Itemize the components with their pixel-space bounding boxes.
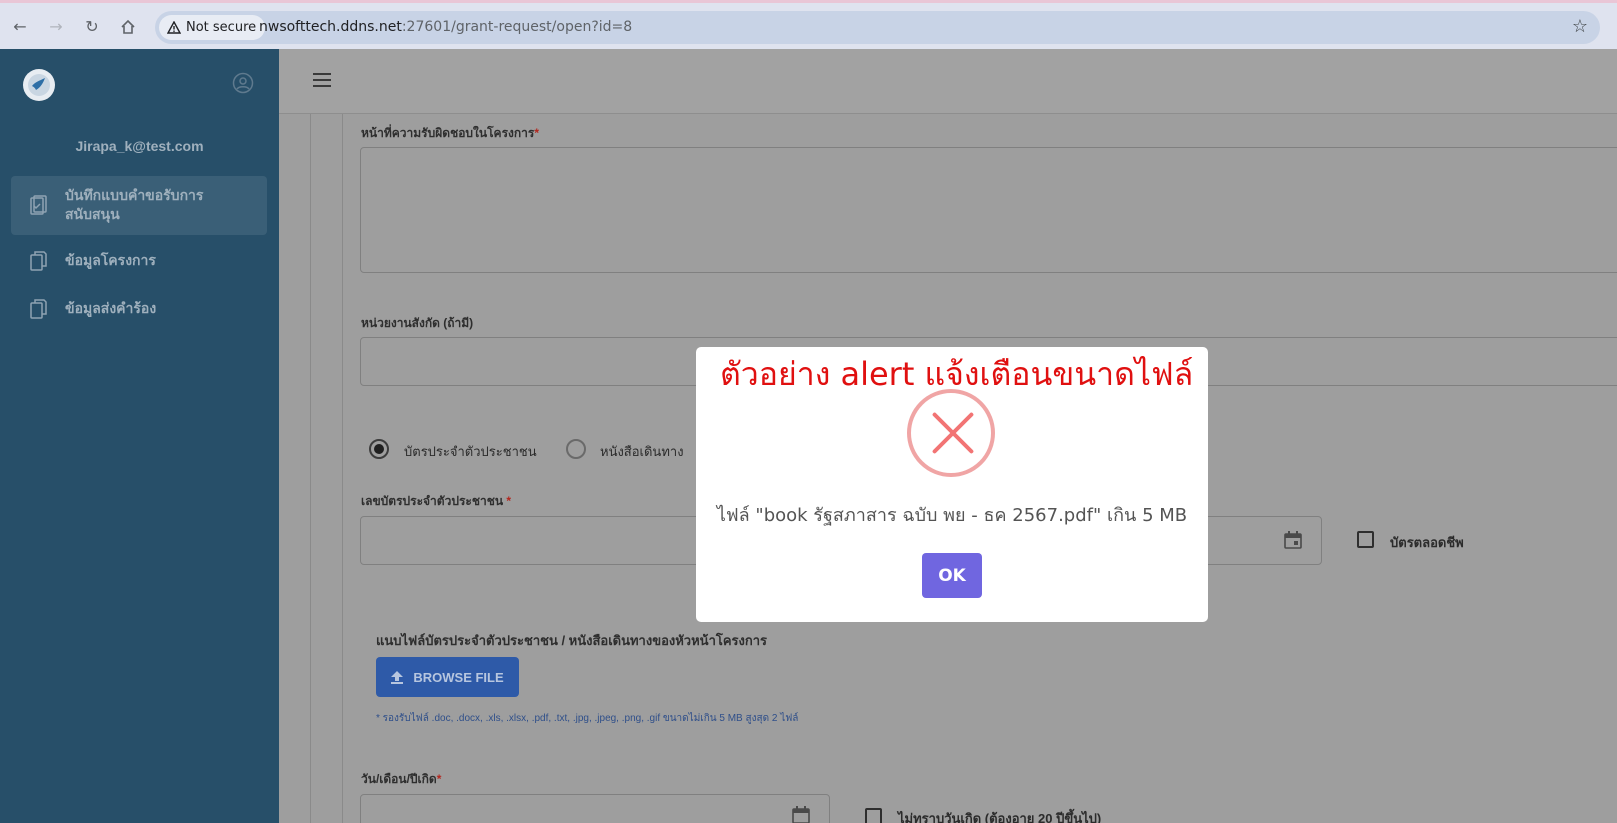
browse-file-label: BROWSE FILE bbox=[413, 669, 504, 685]
user-account-icon[interactable] bbox=[232, 72, 254, 94]
unknown-birthdate-checkbox[interactable] bbox=[865, 808, 882, 823]
browser-toolbar: ← → ↻ Not secure nwsofttech.ddns.net:276… bbox=[0, 0, 1617, 49]
bookmark-star-icon[interactable]: ☆ bbox=[1572, 16, 1588, 37]
attach-file-label: แนบไฟล์บัตรประจำตัวประชาชน / หนังสือเดิน… bbox=[376, 633, 768, 648]
sidebar-item-grant-request-form[interactable]: บันทึกแบบคำขอรับการสนับสนุน bbox=[11, 176, 267, 235]
sidebar-item-submission-info[interactable]: ข้อมูลส่งคำร้อง bbox=[11, 289, 267, 329]
id-card-option-label: บัตรประจำตัวประชาชน bbox=[404, 445, 537, 460]
sidebar-item-label-line1: บันทึกแบบคำขอรับการ bbox=[65, 187, 204, 204]
file-requirements-note: * รองรับไฟล์ .doc, .docx, .xls, .xlsx, .… bbox=[376, 713, 799, 724]
bird-logo-icon bbox=[28, 74, 50, 96]
url-host: nwsofttech.ddns.net bbox=[259, 19, 402, 35]
forward-icon[interactable]: → bbox=[45, 16, 67, 38]
calendar-icon[interactable] bbox=[792, 806, 810, 823]
form-section-border bbox=[342, 114, 343, 823]
lifetime-card-checkbox[interactable] bbox=[1357, 531, 1374, 548]
user-email: Jirapa_k@test.com bbox=[75, 138, 204, 154]
affiliation-label: หน่วยงานสังกัด (ถ้ามี) bbox=[361, 316, 474, 330]
url-text[interactable]: nwsofttech.ddns.net:27601/grant-request/… bbox=[259, 11, 632, 44]
alert-message: ไฟล์ "book รัฐสภาสาร ฉบับ พย - ธค 2567.p… bbox=[716, 505, 1188, 526]
responsibility-textarea[interactable] bbox=[360, 147, 1617, 273]
back-icon[interactable]: ← bbox=[9, 16, 31, 38]
passport-radio[interactable] bbox=[566, 439, 586, 459]
security-chip[interactable]: Not secure bbox=[159, 15, 266, 40]
passport-option-label: หนังสือเดินทาง bbox=[600, 445, 684, 460]
clipboard-check-icon bbox=[30, 194, 47, 215]
lifetime-card-label: บัตรตลอดชีพ bbox=[1390, 535, 1464, 550]
ok-button[interactable]: OK bbox=[922, 553, 982, 598]
home-icon[interactable] bbox=[117, 16, 139, 38]
sidebar-item-project-info[interactable]: ข้อมูลโครงการ bbox=[11, 241, 267, 281]
id-number-label: เลขบัตรประจำตัวประชาชน * bbox=[361, 494, 512, 508]
copy-document-icon bbox=[30, 251, 47, 271]
warning-icon bbox=[167, 21, 181, 34]
browse-file-button[interactable]: BROWSE FILE bbox=[376, 657, 519, 697]
sidebar-item-label: ข้อมูลโครงการ bbox=[65, 252, 156, 269]
url-path: :27601/grant-request/open?id=8 bbox=[401, 19, 633, 35]
birthdate-input[interactable] bbox=[360, 794, 830, 823]
error-x-icon bbox=[907, 389, 995, 477]
hamburger-menu-icon[interactable] bbox=[313, 73, 331, 91]
birthdate-label: วัน/เดือน/ปีเกิด* bbox=[361, 772, 442, 786]
id-card-radio[interactable] bbox=[369, 439, 389, 459]
responsibility-label: หน้าที่ความรับผิดชอบในโครงการ* bbox=[361, 126, 539, 140]
upload-icon bbox=[391, 670, 404, 684]
top-app-bar bbox=[279, 49, 1617, 114]
app-logo[interactable] bbox=[23, 69, 55, 101]
sidebar-item-label-line2: สนับสนุน bbox=[65, 206, 120, 223]
reload-icon[interactable]: ↻ bbox=[81, 16, 103, 38]
copy-document-icon bbox=[30, 299, 47, 319]
address-bar[interactable]: Not secure nwsofttech.ddns.net:27601/gra… bbox=[155, 11, 1600, 44]
security-label: Not secure bbox=[186, 20, 257, 35]
sidebar: Jirapa_k@test.com บันทึกแบบคำขอรับการสนั… bbox=[0, 49, 279, 823]
calendar-icon[interactable] bbox=[1284, 531, 1302, 549]
sidebar-item-label: ข้อมูลส่งคำร้อง bbox=[65, 300, 157, 317]
unknown-birthdate-label: ไม่ทราบวันเกิด (ต้องอายุ 20 ปีขึ้นไป) bbox=[898, 811, 1102, 823]
file-size-alert-dialog: ตัวอย่าง alert แจ้งเตือนขนาดไฟล์ ไฟล์ "b… bbox=[696, 347, 1208, 622]
